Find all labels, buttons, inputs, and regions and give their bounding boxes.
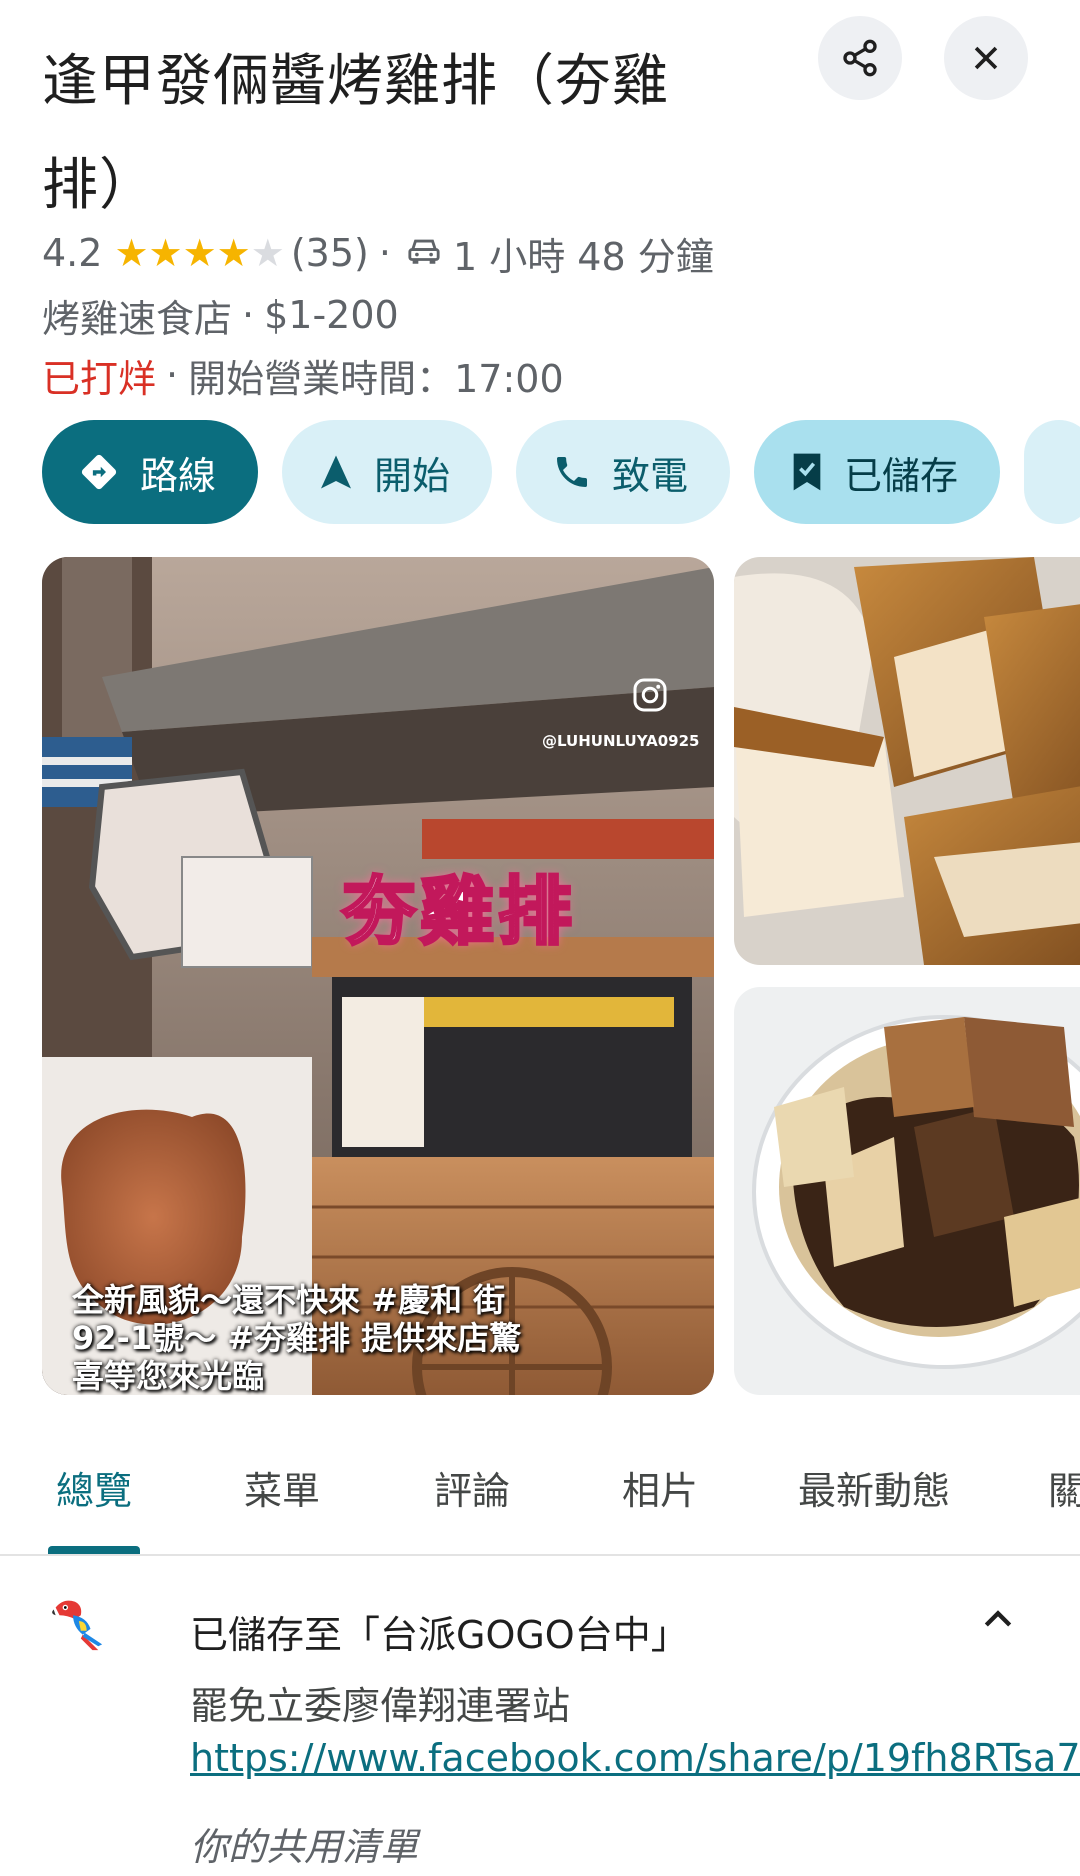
food-photo-chicken-cutlet[interactable]	[734, 557, 1080, 965]
star-icon: ★	[182, 231, 217, 275]
share-icon	[843, 39, 877, 77]
tab-overview[interactable]: 總覽	[56, 1460, 132, 1515]
saved-list-title: 已儲存至「台派GOGO台中」	[190, 1613, 689, 1657]
star-icon: ★	[148, 231, 183, 275]
rating-value: 4.2	[42, 231, 103, 275]
note-text: 罷免立委廖偉翔連署站	[190, 1684, 571, 1728]
directions-button[interactable]: 路線	[42, 420, 259, 524]
category-row: 烤雞速食店 · $1-200	[42, 290, 399, 341]
saved-button[interactable]: 已儲存	[754, 420, 1001, 524]
storefront-photo[interactable]: 夯雞排 @LUHUNLUYA0925 全新風貌～還不快來 #慶和 街92-1號～…	[42, 557, 714, 1395]
food-photo-rice-bowl[interactable]	[734, 987, 1080, 1395]
star-icon: ★	[216, 231, 251, 275]
saved-list-subtitle: 你的共用清單	[190, 1825, 419, 1869]
more-actions-chip[interactable]	[1024, 420, 1080, 524]
share-button[interactable]	[818, 16, 902, 100]
rating-row: 4.2 ★ ★ ★ ★ ★ (35) · 1 小時 48 分鐘	[42, 228, 714, 279]
tab-photos[interactable]: 相片	[622, 1460, 698, 1515]
close-icon	[974, 46, 998, 70]
saved-list-panel: 已儲存至「台派GOGO台中」 罷免立委廖偉翔連署站 https://www.fa…	[0, 1556, 1080, 1876]
separator-dot: ·	[378, 231, 391, 275]
start-label: 開始	[374, 453, 451, 498]
chevron-up-icon[interactable]	[978, 1600, 1018, 1644]
opening-hours: 開始營業時間：17:00	[188, 356, 564, 401]
place-category: 烤雞速食店	[42, 296, 233, 341]
separator-dot: ·	[166, 353, 179, 397]
saved-list-note: 罷免立委廖偉翔連署站 https://www.facebook.com/shar…	[190, 1680, 1080, 1784]
storefront-image	[42, 557, 714, 1395]
active-tab-indicator	[48, 1546, 140, 1554]
place-tabs: 總覽 菜單 評論 相片 最新動態 關	[0, 1440, 1080, 1556]
start-navigation-button[interactable]: 開始	[282, 420, 493, 524]
close-button[interactable]	[944, 16, 1028, 100]
call-button[interactable]: 致電	[516, 420, 731, 524]
star-empty-icon: ★	[250, 231, 285, 275]
separator-dot: ·	[242, 293, 255, 337]
navigation-icon	[318, 452, 354, 492]
tab-about[interactable]: 關	[1048, 1460, 1080, 1515]
tab-menu[interactable]: 菜單	[244, 1460, 320, 1515]
car-icon	[407, 231, 441, 275]
directions-icon	[78, 451, 120, 493]
phone-icon	[552, 452, 592, 492]
parrot-icon	[44, 1592, 106, 1658]
tab-updates[interactable]: 最新動態	[798, 1460, 950, 1515]
rice-bowl-image	[734, 987, 1080, 1395]
call-label: 致電	[612, 453, 689, 498]
instagram-handle: @LUHUNLUYA0925	[542, 732, 700, 750]
star-icon: ★	[114, 231, 149, 275]
drive-time: 1 小時 48 分鐘	[452, 234, 714, 279]
hours-row[interactable]: 已打烊 · 開始營業時間：17:00	[42, 350, 564, 401]
action-chips: 路線 開始 致電 已儲存	[42, 420, 1080, 524]
review-count[interactable]: (35)	[291, 231, 369, 275]
rating-stars: ★ ★ ★ ★ ★	[114, 234, 284, 272]
open-status: 已打烊	[42, 356, 157, 401]
photo-caption: 全新風貌～還不快來 #慶和 街92-1號～ #夯雞排 提供來店驚喜等您來光臨	[72, 1281, 522, 1395]
instagram-icon	[632, 677, 668, 717]
note-link[interactable]: https://www.facebook.com/share/p/19fh8RT…	[190, 1736, 1080, 1780]
chicken-cutlet-image	[734, 557, 1080, 965]
store-sign: 夯雞排	[341, 868, 576, 957]
directions-label: 路線	[140, 453, 217, 498]
price-range: $1-200	[264, 293, 399, 337]
place-title: 逢甲發倆醬烤雞排（夯雞排）	[42, 49, 669, 218]
place-sheet: 逢甲發倆醬烤雞排（夯雞排） 4.2 ★ ★ ★ ★ ★ (35) · 1 小時 …	[0, 0, 1080, 1876]
tab-reviews[interactable]: 評論	[434, 1460, 510, 1515]
saved-label: 已儲存	[844, 453, 959, 498]
bookmark-icon	[790, 452, 824, 492]
